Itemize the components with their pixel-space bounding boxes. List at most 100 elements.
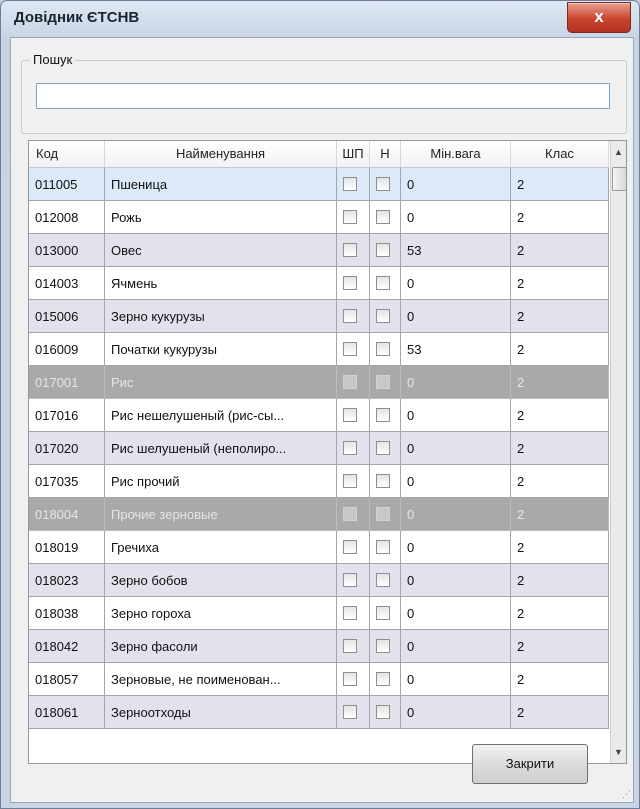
n-checkbox[interactable] (376, 177, 390, 191)
cell-shp (337, 399, 370, 432)
shp-checkbox[interactable] (343, 705, 357, 719)
cell-min: 0 (401, 663, 511, 696)
arrow-up-icon[interactable]: ▲ (611, 144, 626, 161)
shp-checkbox[interactable] (343, 474, 357, 488)
cell-shp (337, 201, 370, 234)
n-checkbox[interactable] (376, 408, 390, 422)
column-header-code[interactable]: Код (29, 141, 105, 167)
cell-cls: 2 (511, 564, 609, 597)
cell-n (370, 366, 401, 399)
n-checkbox[interactable] (376, 573, 390, 587)
cell-name: Рис прочий (105, 465, 337, 498)
table-row[interactable]: 017020 Рис шелушеный (неполиро... 0 2 (29, 432, 609, 465)
table-row[interactable]: 018061 Зерноотходы 0 2 (29, 696, 609, 729)
n-checkbox[interactable] (376, 342, 390, 356)
table-row[interactable]: 018042 Зерно фасоли 0 2 (29, 630, 609, 663)
title-bar[interactable]: Довідник ЄТСНВ x (1, 1, 639, 37)
cell-name: Овес (105, 234, 337, 267)
n-checkbox[interactable] (376, 705, 390, 719)
shp-checkbox[interactable] (343, 606, 357, 620)
shp-checkbox[interactable] (343, 342, 357, 356)
table-row[interactable]: 018019 Гречиха 0 2 (29, 531, 609, 564)
n-checkbox[interactable] (376, 441, 390, 455)
column-header-shp[interactable]: ШП (337, 141, 370, 167)
table-row[interactable]: 016009 Початки кукурузы 53 2 (29, 333, 609, 366)
window-close-icon[interactable]: x (567, 2, 631, 33)
cell-name: Рис шелушеный (неполиро... (105, 432, 337, 465)
n-checkbox[interactable] (376, 540, 390, 554)
table-row[interactable]: 017001 Рис 0 2 (29, 366, 609, 399)
shp-checkbox[interactable] (343, 276, 357, 290)
cell-min: 0 (401, 564, 511, 597)
shp-checkbox[interactable] (343, 573, 357, 587)
n-checkbox[interactable] (376, 672, 390, 686)
shp-checkbox[interactable] (343, 441, 357, 455)
shp-checkbox[interactable] (343, 375, 357, 389)
column-header-name[interactable]: Найменування (105, 141, 337, 167)
shp-checkbox[interactable] (343, 540, 357, 554)
shp-checkbox[interactable] (343, 177, 357, 191)
n-checkbox[interactable] (376, 210, 390, 224)
cell-n (370, 201, 401, 234)
shp-checkbox[interactable] (343, 243, 357, 257)
cell-n (370, 234, 401, 267)
n-checkbox[interactable] (376, 309, 390, 323)
cell-n (370, 465, 401, 498)
n-checkbox[interactable] (376, 243, 390, 257)
cell-cls: 2 (511, 465, 609, 498)
scrollbar-thumb[interactable] (612, 167, 626, 191)
table-row[interactable]: 012008 Рожь 0 2 (29, 201, 609, 234)
n-checkbox[interactable] (376, 507, 390, 521)
cell-cls: 2 (511, 333, 609, 366)
cell-code: 018019 (29, 531, 105, 564)
cell-n (370, 597, 401, 630)
table-row[interactable]: 014003 Ячмень 0 2 (29, 267, 609, 300)
n-checkbox[interactable] (376, 474, 390, 488)
cell-name: Ячмень (105, 267, 337, 300)
shp-checkbox[interactable] (343, 210, 357, 224)
cell-code: 013000 (29, 234, 105, 267)
n-checkbox[interactable] (376, 639, 390, 653)
n-checkbox[interactable] (376, 375, 390, 389)
column-header-n[interactable]: Н (370, 141, 401, 167)
n-checkbox[interactable] (376, 276, 390, 290)
cell-min: 0 (401, 498, 511, 531)
shp-checkbox[interactable] (343, 309, 357, 323)
search-group: Пошук (21, 52, 627, 134)
shp-checkbox[interactable] (343, 639, 357, 653)
cell-shp (337, 366, 370, 399)
table-row[interactable]: 017035 Рис прочий 0 2 (29, 465, 609, 498)
table-row[interactable]: 017016 Рис нешелушеный (рис-сы... 0 2 (29, 399, 609, 432)
table-row[interactable]: 018004 Прочие зерновые 0 2 (29, 498, 609, 531)
cell-n (370, 564, 401, 597)
cell-cls: 2 (511, 531, 609, 564)
table-row[interactable]: 011005 Пшеница 0 2 (29, 168, 609, 201)
table-row[interactable]: 018057 Зерновые, не поименован... 0 2 (29, 663, 609, 696)
table-row[interactable]: 018038 Зерно гороха 0 2 (29, 597, 609, 630)
shp-checkbox[interactable] (343, 408, 357, 422)
search-input[interactable] (36, 83, 610, 109)
table-row[interactable]: 015006 Зерно кукурузы 0 2 (29, 300, 609, 333)
shp-checkbox[interactable] (343, 672, 357, 686)
cell-shp (337, 234, 370, 267)
cell-n (370, 399, 401, 432)
table-row[interactable]: 013000 Овес 53 2 (29, 234, 609, 267)
table-row[interactable]: 018023 Зерно бобов 0 2 (29, 564, 609, 597)
column-header-class[interactable]: Клас (511, 141, 609, 167)
resize-grip-icon[interactable]: ⋰ (622, 789, 631, 800)
cell-name: Пшеница (105, 168, 337, 201)
cell-cls: 2 (511, 630, 609, 663)
cell-cls: 2 (511, 399, 609, 432)
etsnv-table[interactable]: Код Найменування ШП Н Мін.вага Клас 0110… (28, 140, 627, 764)
close-button[interactable]: Закрити (472, 744, 588, 784)
column-header-min-weight[interactable]: Мін.вага (401, 141, 511, 167)
cell-n (370, 333, 401, 366)
n-checkbox[interactable] (376, 606, 390, 620)
cell-name: Зерно кукурузы (105, 300, 337, 333)
vertical-scrollbar[interactable]: ▲ ▼ (610, 141, 626, 763)
cell-cls: 2 (511, 267, 609, 300)
shp-checkbox[interactable] (343, 507, 357, 521)
arrow-down-icon[interactable]: ▼ (611, 744, 626, 761)
cell-min: 0 (401, 465, 511, 498)
window-title: Довідник ЄТСНВ (14, 9, 140, 26)
